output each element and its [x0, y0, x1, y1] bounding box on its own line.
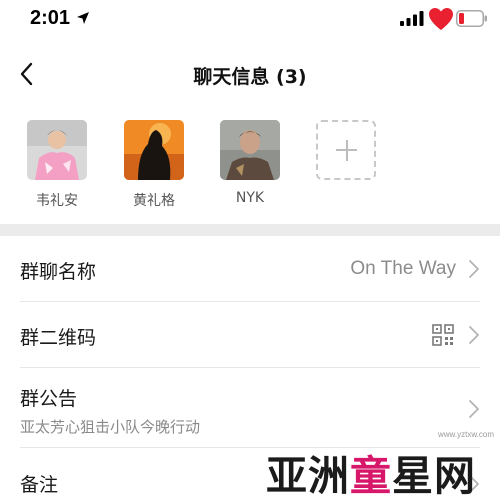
battery-low-icon	[456, 10, 487, 27]
watermark-url: www.yztxw.com	[437, 430, 494, 439]
chevron-right-icon	[469, 260, 479, 278]
plus-icon	[345, 140, 348, 161]
page-title: 聊天信息 (3)	[193, 66, 307, 88]
watermark-prefix: 亚洲	[266, 452, 350, 500]
nav-bar: 聊天信息 (3)	[0, 50, 500, 98]
group-announcement-text: 亚太芳心狙击小队今晚行动	[20, 418, 201, 436]
chevron-right-icon	[469, 400, 479, 418]
avatar[interactable]	[124, 120, 184, 180]
group-announcement-label: 群公告	[20, 388, 78, 410]
section-divider	[0, 224, 500, 236]
group-qr-row[interactable]: 群二维码	[0, 302, 500, 368]
watermark: www.yztxw.com 亚洲童星网	[262, 430, 500, 500]
member-item[interactable]: 韦礼安	[17, 120, 97, 210]
watermark-logo: 亚洲童星网	[266, 442, 476, 500]
status-bar: 2:01	[0, 0, 500, 40]
signal-bars-icon	[400, 11, 424, 26]
member-item[interactable]: 黄礼格	[114, 120, 194, 210]
member-item[interactable]: NYK	[210, 120, 290, 206]
chevron-right-icon	[469, 326, 479, 344]
watermark-highlight: 童	[350, 452, 392, 500]
group-name-value: On The Way	[350, 258, 456, 279]
group-qr-label: 群二维码	[20, 327, 97, 349]
group-name-row[interactable]: 群聊名称 On The Way	[0, 236, 500, 302]
qr-code-icon	[432, 324, 454, 346]
status-time: 2:01	[30, 7, 71, 29]
member-name: 黄礼格	[133, 193, 175, 209]
avatar[interactable]	[27, 120, 87, 180]
note-label: 备注	[20, 474, 59, 496]
member-name: 韦礼安	[36, 193, 78, 209]
add-member-button[interactable]	[316, 120, 376, 180]
member-name: NYK	[235, 190, 265, 206]
avatar[interactable]	[220, 120, 280, 180]
member-grid: 韦礼安 黄礼格 NYK	[0, 112, 500, 224]
group-name-label: 群聊名称	[20, 261, 97, 283]
location-arrow-icon	[77, 12, 89, 24]
watermark-suffix: 星网	[392, 452, 476, 500]
heart-icon	[429, 8, 453, 30]
